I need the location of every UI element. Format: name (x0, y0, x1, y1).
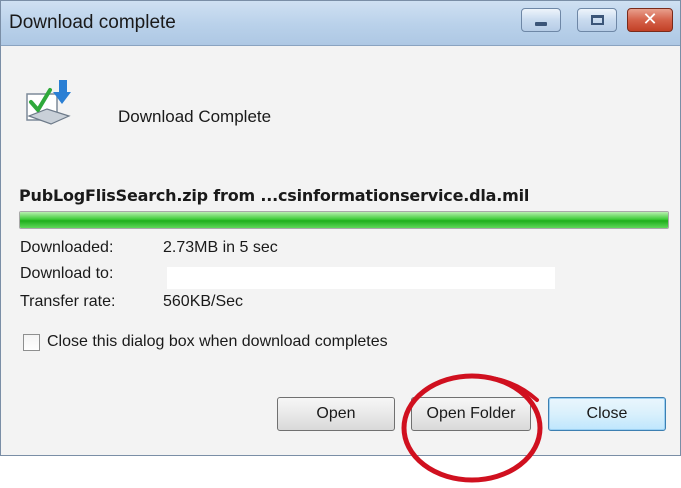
download-path-value (167, 267, 555, 289)
downloaded-value: 2.73MB in 5 sec (163, 239, 278, 256)
minimize-button[interactable] (521, 8, 561, 32)
title-bar[interactable]: Download complete ✕ (1, 1, 680, 46)
highlight-annotation-ring (401, 373, 543, 483)
transfer-rate-value: 560KB/Sec (163, 293, 244, 310)
dialog-body: Download Complete PubLogFlisSearch.zip f… (1, 46, 680, 483)
downloaded-label: Downloaded: (20, 239, 114, 256)
window-title: Download complete (9, 12, 176, 33)
download-to-label: Download to: (20, 265, 114, 282)
close-on-complete-checkbox[interactable] (23, 334, 40, 351)
download-complete-icon (26, 80, 71, 125)
download-progress-bar (19, 211, 669, 229)
close-on-complete-label[interactable]: Close this dialog box when download comp… (47, 333, 388, 351)
close-icon: ✕ (642, 9, 658, 30)
maximize-icon (590, 15, 604, 25)
progress-fill (20, 212, 668, 228)
minimize-icon (535, 22, 547, 26)
window-close-button[interactable]: ✕ (627, 8, 673, 32)
download-complete-dialog: Download complete ✕ Download Complete Pu… (0, 0, 681, 483)
open-button[interactable]: Open (277, 397, 395, 431)
transfer-rate-label: Transfer rate: (20, 293, 116, 310)
status-heading: Download Complete (118, 107, 272, 126)
maximize-button[interactable] (577, 8, 617, 32)
file-source-text: PubLogFlisSearch.zip from ...csinformati… (19, 186, 530, 205)
close-button[interactable]: Close (548, 397, 666, 431)
